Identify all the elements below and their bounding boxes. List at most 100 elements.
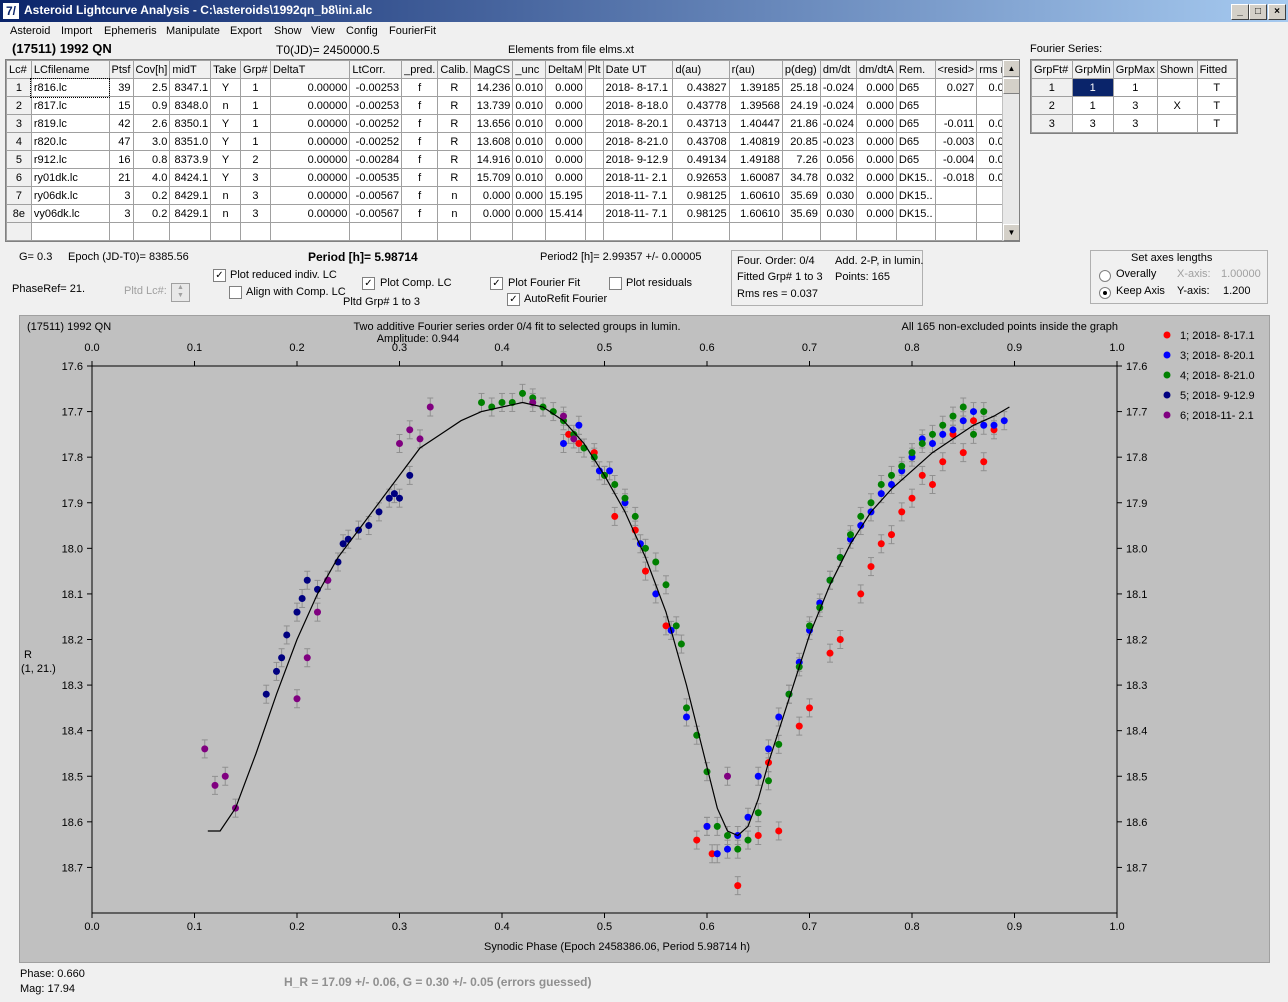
table-cell[interactable]: 0.43708 [672, 132, 730, 151]
table-cell[interactable]: n [210, 96, 242, 115]
x-axis-value[interactable]: 1.00000 [1221, 268, 1261, 280]
data-point[interactable] [939, 421, 947, 429]
lc-column-header[interactable]: Cov[h] [132, 60, 171, 79]
menu-config[interactable]: Config [346, 25, 378, 37]
data-point[interactable] [262, 690, 270, 698]
scroll-up-icon[interactable]: ▲ [1003, 60, 1019, 77]
data-point[interactable] [795, 722, 803, 730]
table-cell[interactable]: 0.000 [544, 96, 586, 115]
table-cell[interactable]: 1 [1071, 78, 1114, 97]
data-point[interactable] [959, 417, 967, 425]
table-cell[interactable] [584, 150, 604, 169]
data-point[interactable] [724, 772, 731, 780]
row-header[interactable]: 6 [6, 168, 32, 187]
table-cell[interactable]: 2018-11- 2.1 [602, 168, 674, 187]
table-cell[interactable]: T [1196, 114, 1237, 133]
table-cell[interactable] [544, 222, 586, 241]
data-point[interactable] [929, 430, 936, 438]
table-cell[interactable]: 0.49134 [672, 150, 730, 169]
table-cell[interactable]: D65 [895, 78, 936, 97]
data-point[interactable] [662, 581, 670, 589]
data-point[interactable] [949, 426, 957, 434]
row-header[interactable]: 4 [6, 132, 32, 151]
table-cell[interactable]: 15 [108, 96, 134, 115]
table-cell[interactable] [672, 222, 730, 241]
table-cell[interactable]: 2018- 8-17.1 [602, 78, 674, 97]
lc-column-header[interactable]: Plt [584, 60, 604, 79]
data-point[interactable] [888, 471, 895, 479]
table-cell[interactable]: -0.023 [819, 132, 858, 151]
table-cell[interactable]: 0.010 [512, 150, 546, 169]
menu-ephemeris[interactable]: Ephemeris [104, 25, 157, 37]
table-cell[interactable]: 0.010 [512, 96, 546, 115]
table-cell[interactable]: r820.lc [30, 132, 110, 151]
table-cell[interactable]: 2.5 [132, 78, 171, 97]
lc-column-header[interactable]: r(au) [728, 60, 783, 79]
table-cell[interactable] [728, 222, 783, 241]
data-point[interactable] [877, 481, 885, 489]
table-cell[interactable]: 0.010 [512, 132, 546, 151]
table-cell[interactable]: 0.43778 [672, 96, 730, 115]
data-point[interactable] [898, 462, 906, 470]
data-point[interactable] [888, 531, 895, 539]
table-cell[interactable]: 0.000 [544, 132, 586, 151]
table-cell[interactable]: f [401, 150, 439, 169]
data-point[interactable] [970, 408, 977, 416]
data-point[interactable] [303, 576, 311, 584]
table-cell[interactable]: 0.000 [856, 204, 897, 223]
table-cell[interactable]: 42 [108, 114, 134, 133]
table-cell[interactable]: D65 [895, 114, 936, 133]
lc-column-header[interactable]: Date UT [602, 60, 674, 79]
data-point[interactable] [734, 882, 742, 890]
table-cell[interactable]: n [437, 204, 472, 223]
row-header[interactable]: 3 [6, 114, 32, 133]
row-header[interactable]: 1 [6, 78, 32, 97]
table-cell[interactable]: 39 [108, 78, 134, 97]
row-header[interactable]: 2 [1031, 96, 1073, 115]
data-point[interactable] [631, 512, 639, 520]
lc-column-header[interactable]: d(au) [672, 60, 730, 79]
epoch-value[interactable]: Epoch (JD-T0)= 8385.56 [68, 251, 189, 263]
row-header[interactable]: 2 [6, 96, 32, 115]
table-cell[interactable]: 0.98125 [672, 186, 730, 205]
table-cell[interactable]: 0.2 [132, 186, 171, 205]
table-cell[interactable]: Y [210, 78, 242, 97]
table-cell[interactable]: 8429.1 [169, 186, 212, 205]
table-cell[interactable]: 16 [108, 150, 134, 169]
table-cell[interactable] [401, 222, 439, 241]
table-cell[interactable]: 0.027 [934, 78, 978, 97]
data-point[interactable] [683, 704, 690, 712]
table-cell[interactable]: n [437, 186, 472, 205]
data-point[interactable] [918, 439, 926, 447]
table-cell[interactable]: r912.lc [30, 150, 110, 169]
table-cell[interactable]: -0.00567 [349, 186, 403, 205]
autorefit-checkbox[interactable]: ✓ [507, 293, 520, 306]
table-cell[interactable]: Y [210, 168, 242, 187]
table-cell[interactable]: 1.39568 [728, 96, 783, 115]
pltd-grp-label[interactable]: Pltd Grp# 1 to 3 [343, 296, 420, 308]
table-cell[interactable]: n [210, 186, 242, 205]
data-point[interactable] [867, 563, 875, 571]
data-point[interactable] [416, 435, 424, 443]
pltd-lc-spinner[interactable]: ▲ ▼ [171, 283, 190, 302]
plot-comp-checkbox[interactable]: ✓ [362, 277, 375, 290]
table-cell[interactable] [584, 114, 604, 133]
lc-column-header[interactable]: dm/dtA [856, 60, 897, 79]
table-cell[interactable]: f [401, 168, 439, 187]
data-point[interactable] [344, 535, 352, 543]
table-cell[interactable]: D65 [895, 132, 936, 151]
data-point[interactable] [611, 512, 619, 520]
table-cell[interactable]: f [401, 132, 439, 151]
table-cell[interactable]: ry06dk.lc [30, 186, 110, 205]
table-cell[interactable]: 2 [240, 150, 271, 169]
table-cell[interactable]: 1.40819 [728, 132, 783, 151]
table-cell[interactable]: -0.024 [819, 96, 858, 115]
table-cell[interactable]: 0.00000 [269, 132, 351, 151]
table-cell[interactable]: 13.608 [470, 132, 514, 151]
table-row[interactable]: 7 ry06dk.lc 3 0.2 8429.1 n 3 0.00000 -0.00567 f n 0… [6, 186, 1019, 205]
table-cell[interactable] [934, 186, 978, 205]
table-cell[interactable]: 0.000 [856, 132, 897, 151]
data-point[interactable] [478, 398, 485, 406]
data-point[interactable] [877, 540, 885, 548]
title-bar[interactable]: 7/ Asteroid Lightcurve Analysis - C:\ast… [0, 0, 1288, 22]
